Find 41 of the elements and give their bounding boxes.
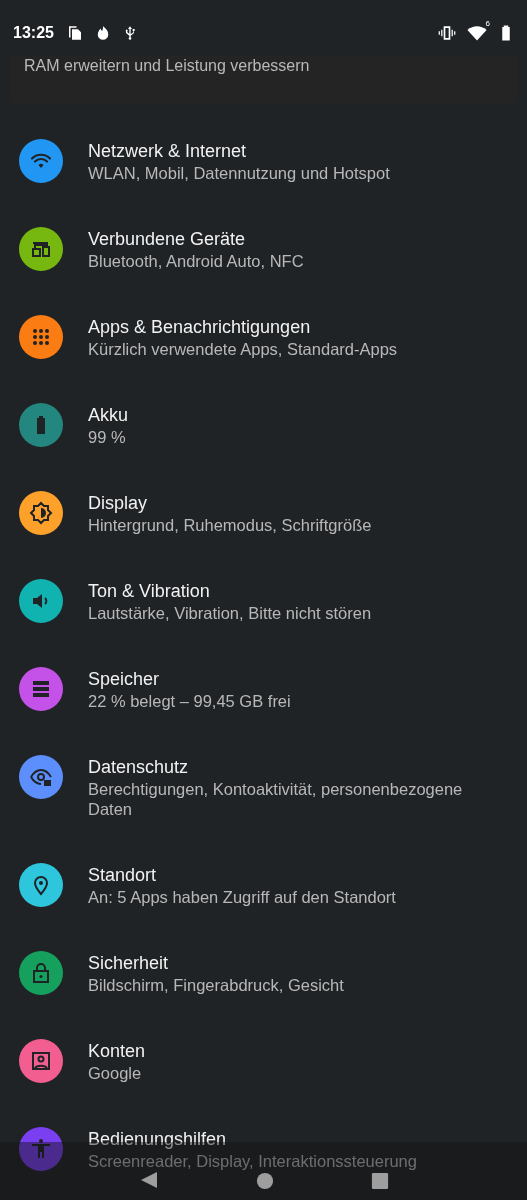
eye-lock-icon[interactable] xyxy=(19,755,63,799)
setting-summary: Bluetooth, Android Auto, NFC xyxy=(88,251,304,271)
wifi-icon[interactable] xyxy=(19,139,63,183)
setting-summary: Bildschirm, Fingerabdruck, Gesicht xyxy=(88,975,344,995)
location-pin-icon[interactable] xyxy=(19,863,63,907)
setting-summary: 99 % xyxy=(88,427,126,447)
setting-summary: WLAN, Mobil, Datennutzung und Hotspot xyxy=(88,163,390,183)
storage-icon[interactable] xyxy=(19,667,63,711)
clock: 13:25 xyxy=(13,23,54,42)
setting-title[interactable]: Bedienungshilfen xyxy=(88,1127,227,1151)
setting-title[interactable]: Speicher xyxy=(88,667,160,691)
setting-summary: Google xyxy=(88,1063,142,1083)
devices-icon[interactable] xyxy=(19,227,63,271)
brightness-icon[interactable] xyxy=(19,491,63,535)
setting-summary: An: 5 Apps haben Zugriff auf den Standort xyxy=(88,887,396,907)
lock-icon[interactable] xyxy=(19,951,63,995)
apps-grid-icon[interactable] xyxy=(19,315,63,359)
speaker-icon[interactable] xyxy=(19,579,63,623)
setting-title[interactable]: Datenschutz xyxy=(88,755,189,779)
setting-title[interactable]: Akku xyxy=(88,403,129,427)
accessibility-icon[interactable] xyxy=(19,1127,63,1171)
setting-summary: Lautstärke, Vibration, Bitte nicht stören xyxy=(88,603,372,623)
setting-title[interactable]: Apps & Benachrichtigungen xyxy=(88,315,311,339)
account-icon[interactable] xyxy=(19,1039,63,1083)
setting-title[interactable]: Sicherheit xyxy=(88,951,169,975)
setting-summary: Hintergrund, Ruhemodus, Schriftgröße xyxy=(88,515,372,535)
recents-icon[interactable] xyxy=(370,1172,389,1190)
setting-title[interactable]: Display xyxy=(88,491,148,515)
setting-summary: Screenreader, Display, Interaktionssteuerung xyxy=(88,1151,417,1171)
setting-summary: 22 % belegt – 99,45 GB frei xyxy=(88,691,291,711)
setting-title[interactable]: Ton & Vibration xyxy=(88,579,210,603)
battery-icon[interactable] xyxy=(19,403,63,447)
home-icon[interactable] xyxy=(255,1172,274,1190)
setting-title[interactable]: Konten xyxy=(88,1039,146,1063)
setting-title[interactable]: Standort xyxy=(88,863,157,887)
setting-summary: Berechtigungen, Kontoaktivität, personenbezogene Daten xyxy=(88,779,464,819)
banner-text: RAM erweitern und Leistung verbessern xyxy=(24,57,310,74)
setting-summary: Kürzlich verwendete Apps, Standard-Apps xyxy=(88,339,398,359)
setting-title[interactable]: Verbundene Geräte xyxy=(88,227,246,251)
setting-title[interactable]: Netzwerk & Internet xyxy=(88,139,247,163)
wifi-label: 6 xyxy=(485,18,490,28)
